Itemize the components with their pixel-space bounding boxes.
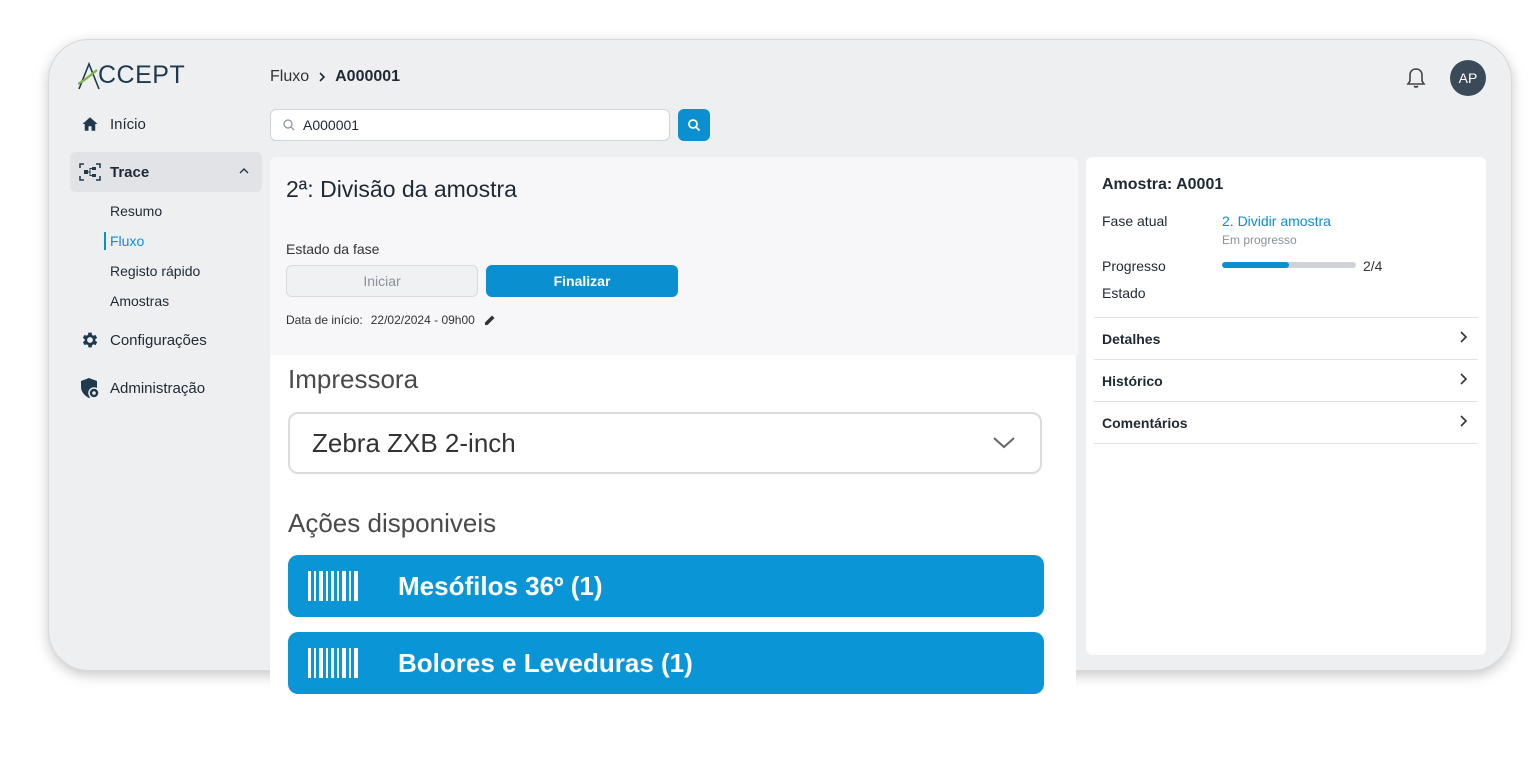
actions-label: Ações disponiveis — [288, 508, 497, 538]
search-input[interactable] — [303, 117, 643, 133]
start-date: Data de início: 22/02/2024 - 09h00 — [286, 313, 497, 327]
search-field[interactable] — [270, 109, 670, 141]
chevron-right-icon — [319, 72, 326, 82]
progress-label: Progresso — [1102, 258, 1166, 274]
sample-title: Amostra: A0001 — [1102, 176, 1224, 193]
section-label: Histórico — [1102, 372, 1163, 389]
section-label: Comentários — [1102, 414, 1188, 431]
sidebar-subitem-amostras[interactable]: Amostras — [110, 293, 169, 309]
printer-select[interactable]: Zebra ZXB 2-inch — [288, 412, 1042, 474]
sidebar-item-configuracoes[interactable]: Configurações — [70, 320, 262, 360]
phase-state-label: Estado da fase — [286, 241, 380, 257]
current-phase-status: Em progresso — [1222, 233, 1297, 247]
sidebar-item-label: Início — [110, 115, 146, 133]
edit-icon[interactable] — [483, 313, 497, 327]
sidebar-item-administracao[interactable]: Administração — [70, 368, 262, 408]
sidebar-subitem-resumo[interactable]: Resumo — [110, 203, 162, 219]
action-button-label: Bolores e Leveduras (1) — [398, 648, 693, 678]
chevron-up-icon[interactable] — [238, 165, 250, 177]
chevron-down-icon — [993, 437, 1015, 449]
progress-bar — [1222, 262, 1356, 268]
breadcrumb-link-fluxo[interactable]: Fluxo — [270, 68, 309, 86]
printer-select-value: Zebra ZXB 2-inch — [312, 427, 516, 458]
sidebar-subitem-registo-rapido[interactable]: Registo rápido — [110, 263, 200, 279]
bell-icon[interactable] — [1405, 66, 1427, 90]
active-indicator — [104, 232, 106, 250]
page-title: 2ª: Divisão da amostra — [286, 176, 517, 202]
chevron-right-icon — [1460, 373, 1468, 385]
trace-icon — [70, 163, 110, 181]
search-icon — [283, 119, 295, 131]
sidebar-subitem-fluxo[interactable]: Fluxo — [110, 233, 144, 249]
section-detalhes[interactable]: Detalhes — [1094, 317, 1478, 359]
current-phase-link[interactable]: 2. Dividir amostra — [1222, 213, 1331, 229]
current-phase-label: Fase atual — [1102, 213, 1168, 229]
home-icon — [70, 115, 110, 133]
section-historico[interactable]: Histórico — [1094, 359, 1478, 401]
start-date-label: Data de início: — [286, 313, 363, 327]
breadcrumb-current: A000001 — [335, 68, 401, 85]
divider — [1094, 443, 1478, 444]
start-date-value: 22/02/2024 - 09h00 — [370, 313, 475, 327]
sidebar-item-label: Configurações — [110, 331, 207, 349]
avatar[interactable]: AP — [1450, 60, 1486, 96]
state-label: Estado — [1102, 285, 1146, 301]
sidebar-item-label: Trace — [110, 163, 150, 181]
printer-label: Impressora — [288, 364, 419, 394]
chevron-right-icon — [1460, 331, 1468, 343]
shield-icon — [70, 377, 110, 399]
action-button-label: Mesófilos 36º (1) — [398, 571, 603, 601]
section-comentarios[interactable]: Comentários — [1094, 401, 1478, 443]
barcode-icon — [308, 648, 358, 678]
finish-button[interactable]: Finalizar — [486, 265, 678, 297]
action-button-mesofilos[interactable]: Mesófilos 36º (1) — [288, 555, 1044, 617]
search-icon — [688, 119, 701, 132]
search-button[interactable] — [678, 109, 710, 141]
accept-logo: CCEPT — [78, 60, 185, 90]
breadcrumb: Fluxo A000001 — [270, 68, 400, 86]
action-button-bolores[interactable]: Bolores e Leveduras (1) — [288, 632, 1044, 694]
progress-text: 2/4 — [1363, 258, 1383, 274]
chevron-right-icon — [1460, 415, 1468, 427]
sidebar-item-trace[interactable]: Trace — [70, 152, 262, 192]
logo-mark-icon — [78, 62, 100, 90]
sidebar-item-label: Administração — [110, 379, 206, 397]
section-label: Detalhes — [1102, 330, 1161, 347]
start-button[interactable]: Iniciar — [286, 265, 478, 297]
progress-bar-fill — [1222, 262, 1289, 268]
gear-icon — [70, 330, 110, 350]
barcode-icon — [308, 571, 358, 601]
sidebar-item-inicio[interactable]: Início — [70, 104, 262, 144]
